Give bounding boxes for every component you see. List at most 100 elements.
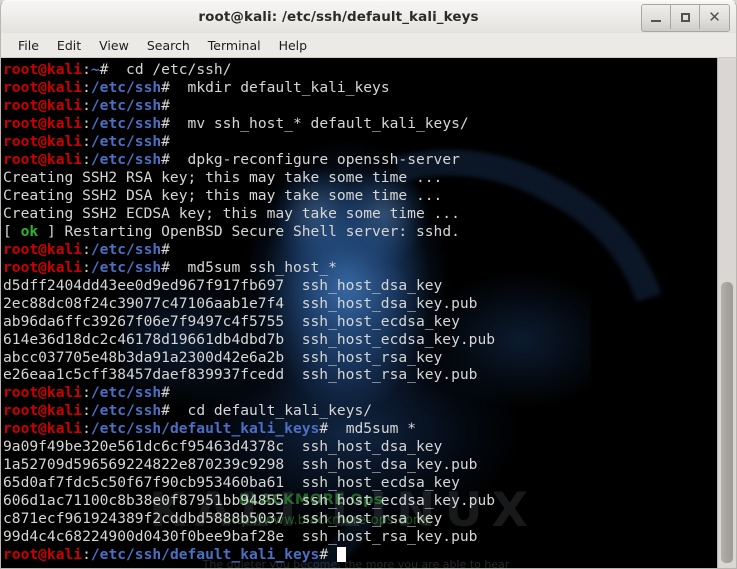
prompt-path: ~ <box>90 61 100 78</box>
prompt-path: /etc/ssh <box>90 132 162 150</box>
maximize-icon <box>680 12 690 22</box>
terminal-command: md5sum ssh_host_* <box>169 258 337 276</box>
prompt-path: /etc/ssh <box>90 402 162 420</box>
prompt-colon: : <box>82 384 91 402</box>
minimize-button[interactable] <box>642 5 671 29</box>
prompt-userhost: root@kali <box>3 96 83 114</box>
menubar: File Edit View Search Terminal Help <box>0 33 737 58</box>
prompt-colon: : <box>82 96 91 114</box>
terminal-prompt-line: root@kali:/etc/ssh# <box>3 133 717 151</box>
terminal-output-line: Creating SSH2 DSA key; this may take som… <box>3 187 717 205</box>
prompt-userhost: root@kali <box>3 258 83 276</box>
output-text: c871ecf961924389f2cddbd5888b5037 ssh_hos… <box>3 510 443 528</box>
menu-view[interactable]: View <box>90 36 138 55</box>
prompt-hash: # <box>161 78 170 96</box>
prompt-hash: # <box>161 114 170 132</box>
menu-terminal[interactable]: Terminal <box>199 36 270 55</box>
menu-help[interactable]: Help <box>270 36 317 55</box>
terminal-output-line: d5dff2404dd43ee0d9ed967f917fb697 ssh_hos… <box>3 277 717 295</box>
prompt-userhost: root@kali <box>3 78 83 96</box>
terminal-command: md5sum * <box>328 420 416 438</box>
terminal-output[interactable]: root@kali:~# cd /etc/ssh/root@kali:/etc/… <box>1 58 717 564</box>
prompt-hash: # <box>319 546 329 564</box>
prompt-colon: : <box>82 132 91 150</box>
prompt-colon: : <box>82 61 91 78</box>
output-text: 65d0af7fdc5c50f67f90cb953460ba61 ssh_hos… <box>3 474 460 492</box>
prompt-colon: : <box>82 420 91 438</box>
terminal-window: root@kali: /etc/ssh/default_kali_keys ✕ … <box>0 0 737 569</box>
output-text: 2ec88dc08f24c39077c47106aab1e7f4 ssh_hos… <box>3 294 478 312</box>
output-text: 606d1ac71100c8b38e0f87951bb94855 ssh_hos… <box>3 492 496 510</box>
prompt-path: /etc/ssh/default_kali_keys <box>90 420 320 438</box>
terminal-output-line: 65d0af7fdc5c50f67f90cb953460ba61 ssh_hos… <box>3 474 717 492</box>
terminal-output-line: abcc037705e48b3da91a2300d42e6a2b ssh_hos… <box>3 349 717 367</box>
prompt-userhost: root@kali <box>3 384 83 402</box>
prompt-path: /etc/ssh <box>90 258 162 276</box>
menu-edit[interactable]: Edit <box>48 36 90 55</box>
prompt-userhost: root@kali <box>3 114 83 132</box>
close-icon: ✕ <box>708 7 721 26</box>
terminal-output-line: 2ec88dc08f24c39077c47106aab1e7f4 ssh_hos… <box>3 295 717 313</box>
window-controls: ✕ <box>641 4 730 32</box>
prompt-colon: : <box>82 546 91 564</box>
terminal-prompt-line: root@kali:/etc/ssh# md5sum ssh_host_* <box>3 259 717 277</box>
prompt-colon: : <box>82 78 91 96</box>
prompt-hash: # <box>161 150 170 168</box>
terminal-output-line: Creating SSH2 RSA key; this may take som… <box>3 169 717 187</box>
terminal-output-line: 614e36d18dc2c46178d19661db4dbd7b ssh_hos… <box>3 331 717 349</box>
terminal-output-line: 9a09f49be320e561dc6cf95463d4378c ssh_hos… <box>3 438 717 456</box>
output-text: d5dff2404dd43ee0d9ed967f917fb697 ssh_hos… <box>3 276 443 294</box>
prompt-colon: : <box>82 402 91 420</box>
terminal-prompt-line: root@kali:/etc/ssh# <box>3 97 717 115</box>
terminal-output-line: 99d4c4c68224900d0430f0bee9baf28e ssh_hos… <box>3 528 717 546</box>
prompt-hash: # <box>161 402 170 420</box>
prompt-userhost: root@kali <box>3 61 83 78</box>
prompt-hash: # <box>161 132 170 150</box>
prompt-userhost: root@kali <box>3 240 83 258</box>
prompt-path: /etc/ssh <box>90 384 162 402</box>
terminal-prompt-line: root@kali:~# cd /etc/ssh/ <box>3 61 717 79</box>
terminal-screen[interactable]: KALI LINUX The quieter you become, the m… <box>1 58 717 568</box>
terminal-output-line: 606d1ac71100c8b38e0f87951bb94855 ssh_hos… <box>3 492 717 510</box>
prompt-colon: : <box>82 240 91 258</box>
output-text: 1a52709d596569224822e870239c9298 ssh_hos… <box>3 456 478 474</box>
terminal-prompt-line: root@kali:/etc/ssh# <box>3 241 717 259</box>
prompt-path: /etc/ssh <box>90 78 162 96</box>
prompt-hash: # <box>161 258 170 276</box>
terminal-command: dpkg-reconfigure openssh-server <box>169 150 460 168</box>
terminal-output-line: c871ecf961924389f2cddbd5888b5037 ssh_hos… <box>3 510 717 528</box>
menu-search[interactable]: Search <box>138 36 199 55</box>
output-text: e26eaa1c5cff38457daef839937fcedd ssh_hos… <box>3 366 478 384</box>
terminal-prompt-line: root@kali:/etc/ssh# mkdir default_kali_k… <box>3 79 717 97</box>
status-message: ] Restarting OpenBSD Secure Shell server… <box>38 222 460 240</box>
menu-file[interactable]: File <box>9 36 48 55</box>
terminal-scrollbar[interactable] <box>717 58 736 568</box>
prompt-hash: # <box>161 96 170 114</box>
prompt-userhost: root@kali <box>3 132 83 150</box>
prompt-path: /etc/ssh <box>90 114 162 132</box>
maximize-button[interactable] <box>671 5 700 29</box>
prompt-colon: : <box>82 258 91 276</box>
status-badge: ok <box>20 222 39 240</box>
terminal-command: cd default_kali_keys/ <box>169 402 373 420</box>
terminal-command <box>328 546 337 563</box>
output-text: abcc037705e48b3da91a2300d42e6a2b ssh_hos… <box>3 348 443 366</box>
terminal-output-line: ab96da6ffc39267f06e7f9497c4f5755 ssh_hos… <box>3 313 717 331</box>
prompt-path: /etc/ssh <box>90 96 162 114</box>
terminal-command: mv ssh_host_* default_kali_keys/ <box>169 114 469 132</box>
terminal-prompt-line: root@kali:/etc/ssh# cd default_kali_keys… <box>3 402 717 420</box>
prompt-userhost: root@kali <box>3 402 83 420</box>
minimize-icon <box>651 19 661 22</box>
prompt-userhost: root@kali <box>3 546 83 564</box>
close-button[interactable]: ✕ <box>700 5 729 29</box>
prompt-hash: # <box>161 240 170 258</box>
terminal-command: cd /etc/ssh/ <box>108 61 232 78</box>
window-titlebar[interactable]: root@kali: /etc/ssh/default_kali_keys ✕ <box>0 0 737 33</box>
terminal-prompt-line: root@kali:/etc/ssh# <box>3 384 717 402</box>
prompt-path: /etc/ssh/default_kali_keys <box>90 546 320 564</box>
terminal-cursor <box>336 547 346 563</box>
status-bracket-open: [ <box>3 222 21 240</box>
prompt-userhost: root@kali <box>3 150 83 168</box>
scrollbar-thumb[interactable] <box>721 282 733 563</box>
terminal-output-line: Creating SSH2 ECDSA key; this may take s… <box>3 205 717 223</box>
